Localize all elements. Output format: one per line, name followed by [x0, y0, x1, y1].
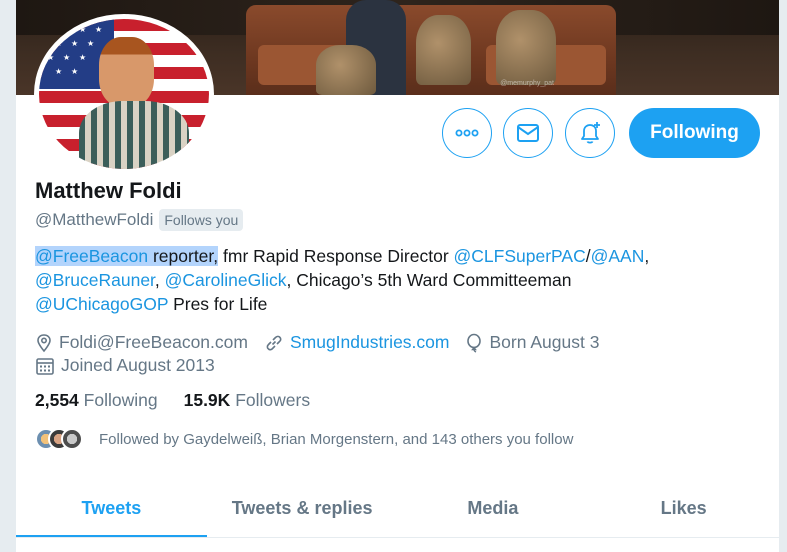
star-icon: ★ — [63, 25, 71, 34]
meta-row-joined: Joined August 2013 — [35, 355, 231, 376]
star-icon: ★ — [47, 53, 55, 62]
more-button[interactable] — [442, 108, 492, 158]
star-icon: ★ — [71, 67, 79, 76]
followers-label: Followers — [235, 390, 311, 410]
birthday-item: Born August 3 — [465, 332, 599, 353]
bio-text: , Chicago’s 5th Ward Committeeman — [286, 270, 572, 290]
joined-item: Joined August 2013 — [35, 355, 215, 376]
location-text: Foldi@FreeBeacon.com — [59, 332, 248, 352]
bio-text: , — [154, 270, 165, 290]
banner-cat — [496, 10, 556, 85]
banner-watermark: @memurphy_pat — [500, 80, 554, 87]
tab-tweets-replies[interactable]: Tweets & replies — [207, 478, 398, 538]
star-icon: ★ — [79, 25, 87, 34]
star-icon: ★ — [87, 39, 95, 48]
star-icon: ★ — [55, 67, 63, 76]
website-item: SmugIndustries.com — [264, 332, 450, 353]
profile-tabs: Tweets Tweets & replies Media Likes — [16, 478, 779, 538]
bell-plus-icon — [581, 122, 600, 144]
profile-bio: @FreeBeacon reporter, fmr Rapid Response… — [35, 244, 755, 316]
following-label: Following — [83, 390, 158, 410]
mutual-avatars — [35, 428, 85, 450]
bio-mention-freebeacon[interactable]: @FreeBeacon — [35, 246, 149, 266]
more-icon — [455, 129, 479, 137]
bio-mention-aan[interactable]: @AAN — [591, 246, 645, 266]
notifications-button[interactable] — [565, 108, 615, 158]
bio-mention-clfsuperpac[interactable]: @CLFSuperPAC — [454, 246, 586, 266]
profile-handle: @MatthewFoldi — [35, 210, 154, 229]
bio-text: fmr Rapid Response Director — [218, 246, 454, 266]
star-icon: ★ — [95, 25, 103, 34]
bio-mention-brucerauner[interactable]: @BruceRauner — [35, 270, 155, 290]
birthday-text: Born August 3 — [489, 332, 600, 352]
bio-mention-carolineglick[interactable]: @CarolineGlick — [165, 270, 287, 290]
website-link[interactable]: SmugIndustries.com — [290, 332, 450, 353]
following-stat[interactable]: 2,554 Following — [35, 390, 158, 411]
following-button[interactable]: Following — [629, 108, 760, 158]
calendar-icon — [36, 357, 54, 375]
following-count: 2,554 — [35, 390, 79, 410]
avatar-face — [99, 37, 154, 107]
bio-mention-uchicagogop[interactable]: @UChicagoGOP — [35, 294, 168, 314]
location-pin-icon — [37, 333, 51, 352]
follows-you-badge: Follows you — [159, 209, 244, 231]
balloon-icon — [467, 333, 482, 353]
star-icon: ★ — [79, 53, 87, 62]
star-icon: ★ — [71, 39, 79, 48]
link-icon — [266, 335, 282, 350]
profile-card: @memurphy_pat ★ ★ ★ ★ ★ ★ ★ ★ ★ ★ ★ ★ Fo… — [16, 0, 779, 552]
banner-cat — [416, 15, 471, 85]
star-icon: ★ — [63, 53, 71, 62]
bio-text: Pres for Life — [168, 294, 268, 314]
meta-row: Foldi@FreeBeacon.com SmugIndustries.com … — [35, 332, 615, 353]
avatar-image: ★ ★ ★ ★ ★ ★ ★ ★ ★ ★ ★ ★ — [39, 19, 209, 169]
followers-count: 15.9K — [183, 390, 231, 410]
handle-row: @MatthewFoldi Follows you — [35, 209, 244, 231]
avatar-shirt — [79, 101, 189, 169]
followers-stat[interactable]: 15.9K Followers — [184, 390, 310, 411]
tab-likes[interactable]: Likes — [588, 478, 779, 538]
avatar[interactable]: ★ ★ ★ ★ ★ ★ ★ ★ ★ ★ ★ ★ — [34, 14, 214, 174]
avatar — [61, 428, 83, 450]
banner-cat — [316, 45, 376, 95]
bio-text: reporter, — [148, 246, 219, 266]
bio-text: , — [644, 246, 650, 266]
message-icon — [517, 124, 539, 142]
profile-name: Matthew Foldi — [35, 178, 182, 203]
tab-media[interactable]: Media — [398, 478, 589, 538]
tab-tweets[interactable]: Tweets — [16, 478, 207, 538]
star-icon: ★ — [55, 39, 63, 48]
message-button[interactable] — [503, 108, 553, 158]
follow-stats: 2,554 Following 15.9K Followers — [35, 390, 336, 411]
tabs-divider — [16, 537, 779, 538]
followed-by-text: Followed by Gaydelweiß, Brian Morgenster… — [99, 430, 574, 448]
location-item: Foldi@FreeBeacon.com — [35, 332, 248, 353]
star-icon: ★ — [47, 25, 55, 34]
followed-by[interactable]: Followed by Gaydelweiß, Brian Morgenster… — [35, 428, 573, 450]
joined-text: Joined August 2013 — [61, 355, 215, 375]
